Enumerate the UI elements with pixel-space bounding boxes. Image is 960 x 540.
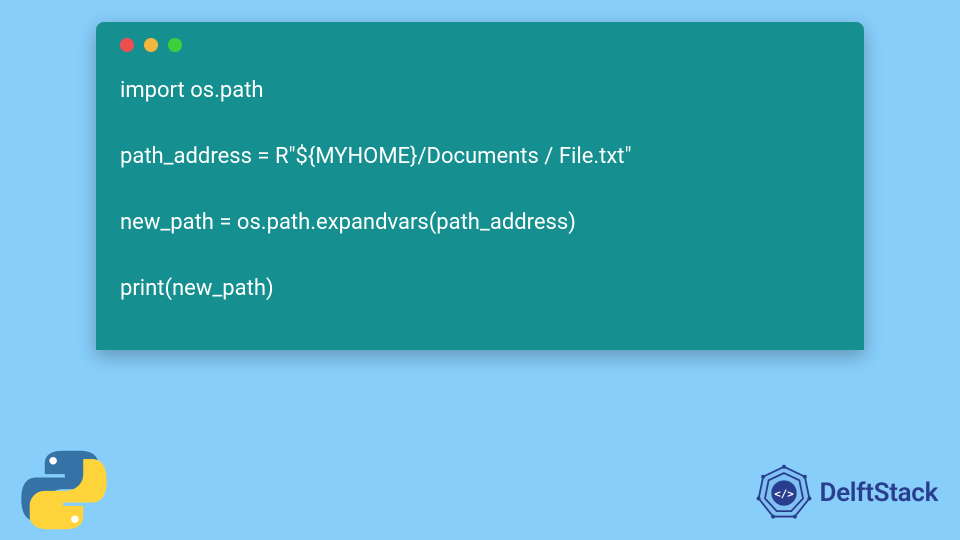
code-content: import os.path path_address = R"${MYHOME… [120, 74, 840, 305]
svg-text:</>: </> [775, 488, 795, 501]
minimize-icon [144, 38, 158, 52]
close-icon [120, 38, 134, 52]
delftstack-name: DelftStack [819, 478, 938, 508]
maximize-icon [168, 38, 182, 52]
delftstack-logo: </> DelftStack [755, 464, 938, 522]
python-logo-icon [18, 444, 110, 536]
window-traffic-lights [120, 38, 840, 52]
delftstack-badge-icon: </> [755, 464, 813, 522]
code-block: import os.path path_address = R"${MYHOME… [96, 22, 864, 350]
